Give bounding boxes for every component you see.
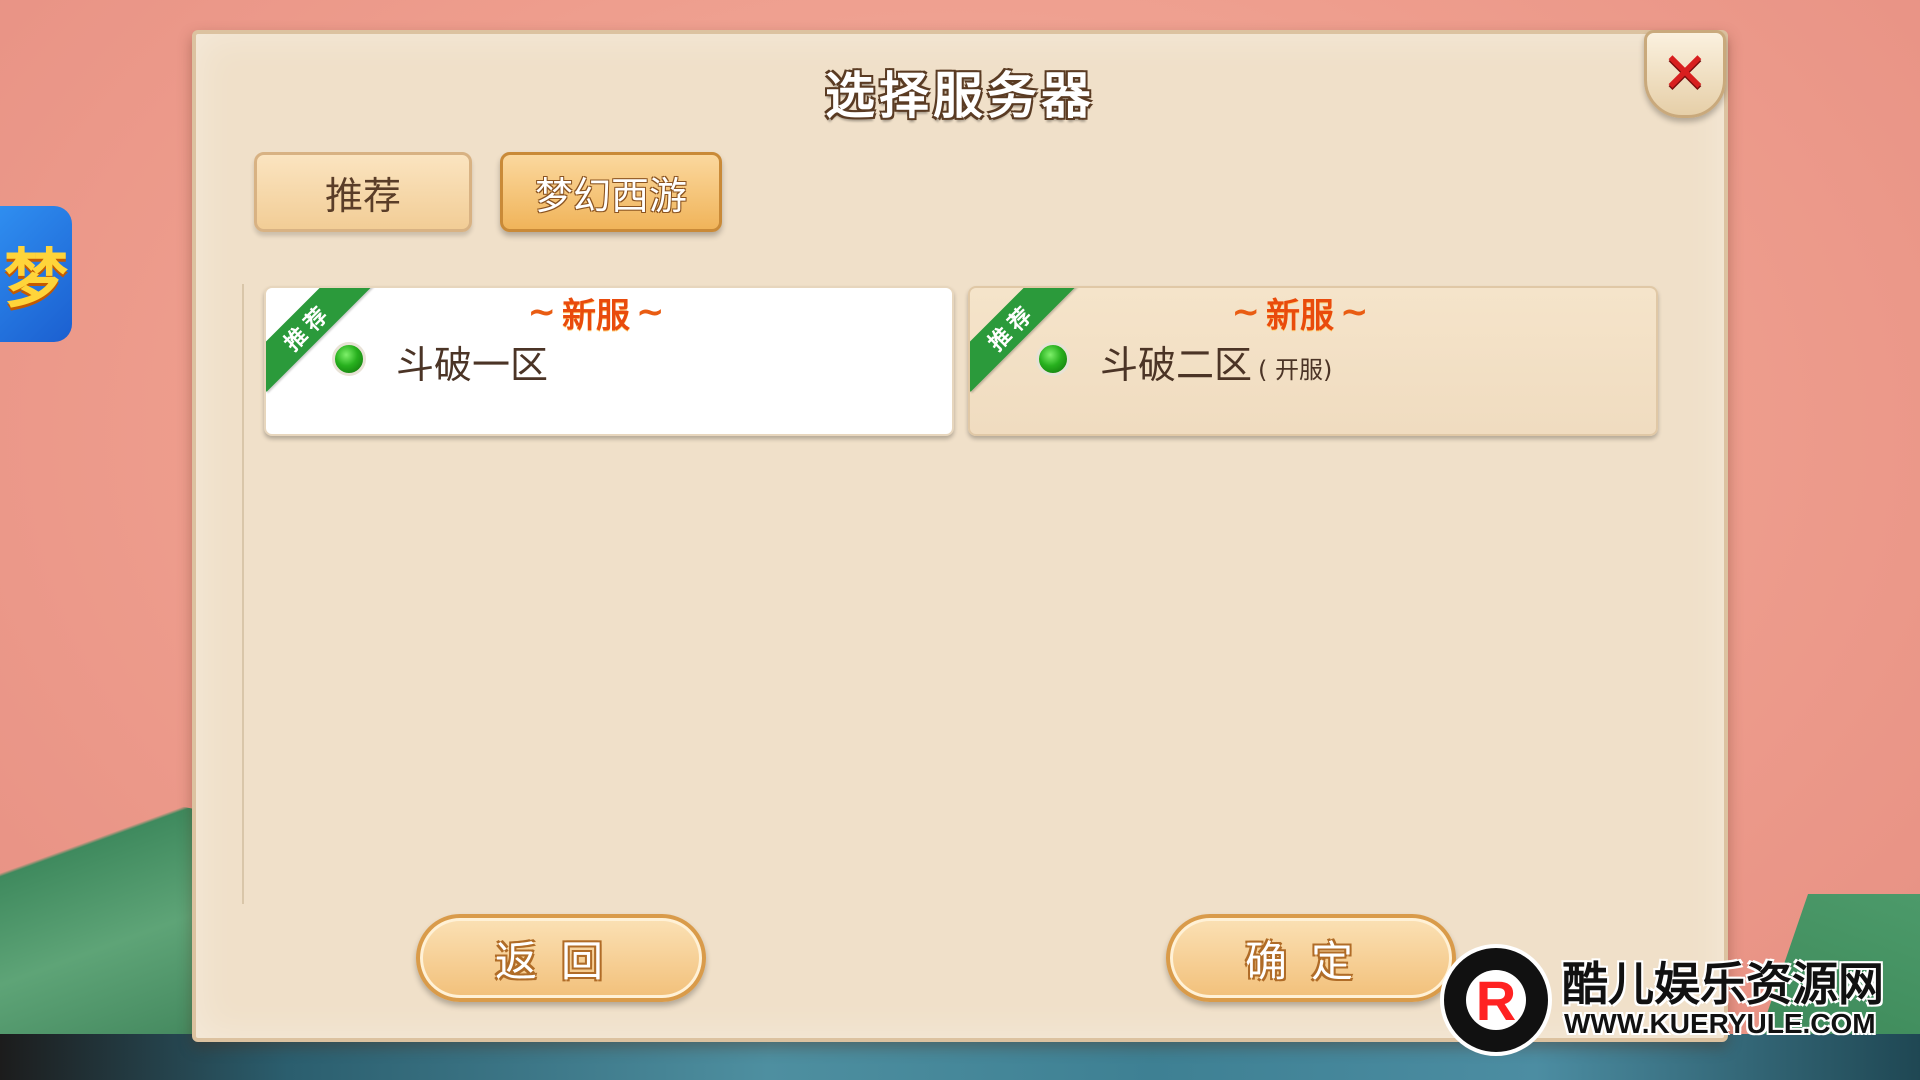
- back-button[interactable]: 返回: [416, 914, 706, 1002]
- server-open-suffix: ( 开服): [1258, 356, 1333, 384]
- server-name: 斗破一区: [396, 334, 548, 389]
- recommend-ribbon: 推荐: [970, 288, 1077, 392]
- watermark-logo-icon: R: [1440, 944, 1552, 1056]
- server-select-dialog: 选择服务器 ✕ 推荐 梦幻西游 推荐 ~ 新服 ~ 斗破一区 推荐 ~ 新服 ~…: [192, 30, 1728, 1042]
- new-server-label: 新服: [1266, 295, 1334, 336]
- swirl-left-icon: ~: [527, 292, 557, 332]
- server-name-text: 斗破一区: [396, 343, 549, 387]
- dialog-title: 选择服务器: [825, 67, 1095, 125]
- tab-menghuan-xiyou[interactable]: 梦幻西游: [500, 152, 722, 232]
- side-app-icon[interactable]: 梦: [0, 206, 72, 342]
- watermark-logo-letter: R: [1466, 969, 1526, 1032]
- server-name-text: 斗破二区: [1100, 343, 1253, 387]
- server-card-doupo-1[interactable]: 推荐 ~ 新服 ~ 斗破一区: [264, 286, 954, 436]
- swirl-left-icon: ~: [1231, 292, 1261, 332]
- status-online-icon: [332, 342, 366, 376]
- watermark-url: WWW.KUERYULE.COM: [1564, 1008, 1876, 1039]
- recommend-ribbon: 推荐: [266, 288, 373, 392]
- close-icon: ✕: [1661, 41, 1709, 106]
- site-watermark: R 酷儿娱乐资源网 WWW.KUERYULE.COM: [1440, 944, 1910, 1060]
- tab-recommend[interactable]: 推荐: [254, 152, 472, 232]
- swirl-right-icon: ~: [1340, 292, 1369, 332]
- new-server-label: 新服: [562, 295, 630, 336]
- close-button[interactable]: ✕: [1644, 30, 1726, 118]
- server-name: 斗破二区( 开服): [1100, 334, 1332, 389]
- new-server-badge: ~ 新服 ~: [1170, 290, 1430, 336]
- watermark-name: 酷儿娱乐资源网: [1562, 957, 1884, 1011]
- new-server-badge: ~ 新服 ~: [466, 290, 726, 336]
- swirl-right-icon: ~: [636, 292, 665, 332]
- status-online-icon: [1036, 342, 1070, 376]
- confirm-button[interactable]: 确定: [1166, 914, 1456, 1002]
- server-list-scrollbar[interactable]: [242, 284, 244, 904]
- server-card-doupo-2[interactable]: 推荐 ~ 新服 ~ 斗破二区( 开服): [968, 286, 1658, 436]
- side-app-glyph: 梦: [4, 243, 68, 317]
